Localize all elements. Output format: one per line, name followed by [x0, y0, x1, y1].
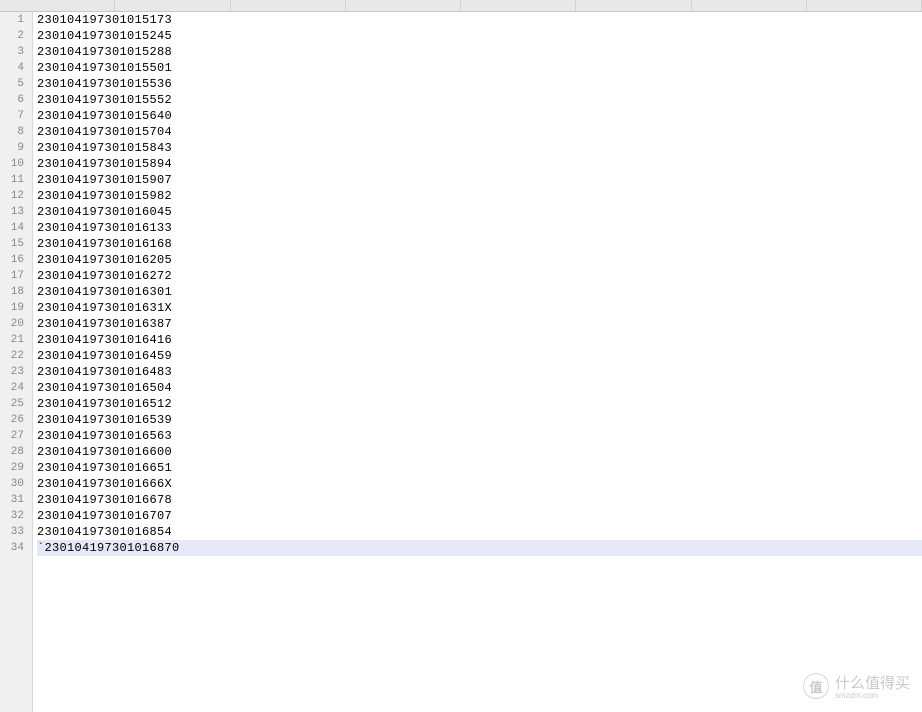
editor-line[interactable]: 230104197301016651 — [37, 460, 922, 476]
editor-line[interactable]: 230104197301016272 — [37, 268, 922, 284]
editor-line[interactable]: 230104197301015536 — [37, 76, 922, 92]
line-number: 34 — [0, 540, 24, 556]
editor-line[interactable]: 230104197301016205 — [37, 252, 922, 268]
editor-line[interactable]: 230104197301016045 — [37, 204, 922, 220]
line-number: 4 — [0, 60, 24, 76]
line-number: 3 — [0, 44, 24, 60]
line-number: 11 — [0, 172, 24, 188]
line-number: 23 — [0, 364, 24, 380]
editor-line[interactable]: 230104197301016168 — [37, 236, 922, 252]
line-number: 10 — [0, 156, 24, 172]
editor-line[interactable]: 230104197301015173 — [37, 12, 922, 28]
editor-line[interactable]: 230104197301016854 — [37, 524, 922, 540]
line-number: 7 — [0, 108, 24, 124]
editor-line[interactable]: 230104197301016600 — [37, 444, 922, 460]
editor-line[interactable]: 230104197301016512 — [37, 396, 922, 412]
editor-line[interactable]: 230104197301015245 — [37, 28, 922, 44]
editor-line[interactable]: 230104197301016539 — [37, 412, 922, 428]
editor-line[interactable]: 230104197301015843 — [37, 140, 922, 156]
line-number: 13 — [0, 204, 24, 220]
editor-line[interactable]: 230104197301016504 — [37, 380, 922, 396]
editor-line[interactable]: 230104197301015640 — [37, 108, 922, 124]
line-number: 19 — [0, 300, 24, 316]
line-number: 14 — [0, 220, 24, 236]
line-number: 2 — [0, 28, 24, 44]
editor-line[interactable]: `230104197301016870 — [37, 540, 922, 556]
editor-line[interactable]: 230104197301016387 — [37, 316, 922, 332]
editor-line[interactable]: 230104197301015907 — [37, 172, 922, 188]
line-number: 17 — [0, 268, 24, 284]
line-number: 5 — [0, 76, 24, 92]
line-number: 16 — [0, 252, 24, 268]
editor-line[interactable]: 23010419730101666X — [37, 476, 922, 492]
editor-line[interactable]: 230104197301016483 — [37, 364, 922, 380]
line-number: 12 — [0, 188, 24, 204]
line-number: 28 — [0, 444, 24, 460]
line-number: 8 — [0, 124, 24, 140]
line-number: 15 — [0, 236, 24, 252]
editor-line[interactable]: 230104197301015982 — [37, 188, 922, 204]
editor-line[interactable]: 230104197301016563 — [37, 428, 922, 444]
line-number: 6 — [0, 92, 24, 108]
line-number: 9 — [0, 140, 24, 156]
line-number: 20 — [0, 316, 24, 332]
line-number: 24 — [0, 380, 24, 396]
editor-line[interactable]: 230104197301016301 — [37, 284, 922, 300]
line-number: 27 — [0, 428, 24, 444]
editor-line[interactable]: 230104197301015552 — [37, 92, 922, 108]
editor-line[interactable]: 230104197301015501 — [37, 60, 922, 76]
line-number: 32 — [0, 508, 24, 524]
line-number: 1 — [0, 12, 24, 28]
editor-line[interactable]: 230104197301016678 — [37, 492, 922, 508]
line-number: 31 — [0, 492, 24, 508]
text-editor-content[interactable]: 2301041973010151732301041973010152452301… — [33, 12, 922, 712]
editor-line[interactable]: 230104197301015288 — [37, 44, 922, 60]
editor-line[interactable]: 23010419730101631X — [37, 300, 922, 316]
line-number: 30 — [0, 476, 24, 492]
column-ruler — [0, 0, 922, 12]
line-number-gutter: 1234567891011121314151617181920212223242… — [0, 12, 33, 712]
editor-line[interactable]: 230104197301016416 — [37, 332, 922, 348]
editor-line[interactable]: 230104197301015894 — [37, 156, 922, 172]
line-number: 26 — [0, 412, 24, 428]
line-number: 29 — [0, 460, 24, 476]
line-number: 33 — [0, 524, 24, 540]
line-number: 18 — [0, 284, 24, 300]
editor-line[interactable]: 230104197301016459 — [37, 348, 922, 364]
line-number: 22 — [0, 348, 24, 364]
editor-line[interactable]: 230104197301016707 — [37, 508, 922, 524]
editor-line[interactable]: 230104197301015704 — [37, 124, 922, 140]
editor-container: 1234567891011121314151617181920212223242… — [0, 12, 922, 712]
editor-line[interactable]: 230104197301016133 — [37, 220, 922, 236]
line-number: 25 — [0, 396, 24, 412]
line-number: 21 — [0, 332, 24, 348]
